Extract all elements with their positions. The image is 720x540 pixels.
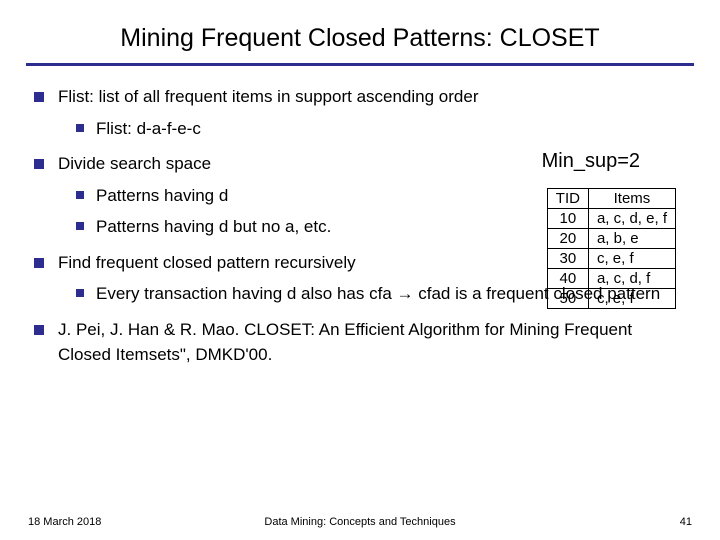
bullet-icon <box>76 191 84 199</box>
text-part: Every transaction having d also has cfa <box>96 284 397 303</box>
bullet-level1: J. Pei, J. Han & R. Mao. CLOSET: An Effi… <box>34 317 686 368</box>
footer-title: Data Mining: Concepts and Techniques <box>0 516 720 528</box>
transactions-table: TID Items 10 a, c, d, e, f 20 a, b, e 30… <box>547 188 676 309</box>
bullet-icon <box>34 325 44 335</box>
bullet-icon <box>34 159 44 169</box>
bullet-text: Patterns having d <box>96 183 228 209</box>
footer-page-number: 41 <box>680 516 692 528</box>
table-row: 30 c, e, f <box>547 249 675 269</box>
cell-items: c, e, f <box>588 289 675 309</box>
cell-tid: 20 <box>547 229 588 249</box>
bullet-text: Divide search space <box>58 151 211 177</box>
bullet-text: Patterns having d but no a, etc. <box>96 214 331 240</box>
cell-tid: 10 <box>547 209 588 229</box>
cell-items: a, c, d, e, f <box>588 209 675 229</box>
bullet-level2: Flist: d-a-f-e-c <box>76 116 686 142</box>
slide-title: Mining Frequent Closed Patterns: CLOSET <box>0 0 720 63</box>
bullet-icon <box>76 124 84 132</box>
table-row: 50 c, e, f <box>547 289 675 309</box>
bullet-icon <box>76 222 84 230</box>
cell-items: a, c, d, f <box>588 269 675 289</box>
cell-items: c, e, f <box>588 249 675 269</box>
bullet-text: Flist: list of all frequent items in sup… <box>58 84 478 110</box>
arrow-icon: → <box>397 284 414 303</box>
table-header-row: TID Items <box>547 189 675 209</box>
table-row: 20 a, b, e <box>547 229 675 249</box>
bullet-icon <box>34 258 44 268</box>
title-underline <box>26 63 694 66</box>
slide: Mining Frequent Closed Patterns: CLOSET … <box>0 0 720 540</box>
col-header-items: Items <box>588 189 675 209</box>
cell-tid: 40 <box>547 269 588 289</box>
col-header-tid: TID <box>547 189 588 209</box>
bullet-text: Find frequent closed pattern recursively <box>58 250 356 276</box>
min-sup-label: Min_sup=2 <box>542 150 640 173</box>
bullet-text: J. Pei, J. Han & R. Mao. CLOSET: An Effi… <box>58 317 686 368</box>
bullet-icon <box>34 92 44 102</box>
cell-items: a, b, e <box>588 229 675 249</box>
cell-tid: 30 <box>547 249 588 269</box>
bullet-icon <box>76 289 84 297</box>
bullet-level1: Flist: list of all frequent items in sup… <box>34 84 686 110</box>
bullet-text: Flist: d-a-f-e-c <box>96 116 201 142</box>
table-row: 10 a, c, d, e, f <box>547 209 675 229</box>
cell-tid: 50 <box>547 289 588 309</box>
table-row: 40 a, c, d, f <box>547 269 675 289</box>
